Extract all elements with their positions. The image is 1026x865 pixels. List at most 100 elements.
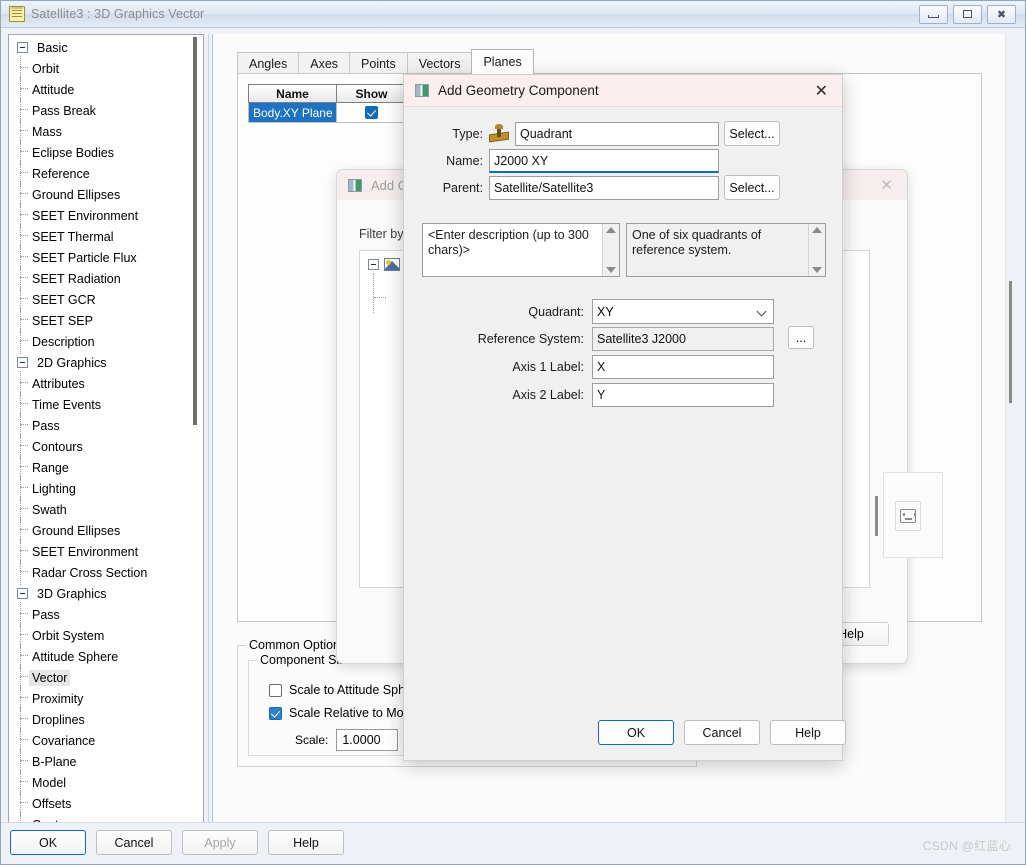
- sidebar-item-vector[interactable]: Vector: [9, 665, 191, 690]
- scroll-down-icon[interactable]: [812, 267, 822, 273]
- collapse-icon[interactable]: [17, 357, 28, 368]
- sidebar-item-swath[interactable]: Swath: [9, 497, 191, 522]
- minimize-button[interactable]: [919, 4, 948, 24]
- scroll-up-icon[interactable]: [606, 227, 616, 233]
- sidebar-item-radar-cross-section[interactable]: Radar Cross Section: [9, 560, 191, 585]
- sidebar-item-pass-break[interactable]: Pass Break: [9, 98, 191, 123]
- reference-system-browse-button[interactable]: ...: [788, 326, 814, 349]
- sidebar-item-time-events[interactable]: Time Events: [9, 392, 191, 417]
- sidebar-item-seet-gcr[interactable]: SEET GCR: [9, 287, 191, 312]
- sidebar-item-seet-sep[interactable]: SEET SEP: [9, 308, 191, 333]
- show-checkbox[interactable]: [365, 106, 378, 119]
- component-tree-scrollbar-thumb[interactable]: [875, 496, 878, 536]
- dialog-help-button[interactable]: Help: [770, 720, 846, 745]
- axis1-input[interactable]: [592, 355, 774, 379]
- type-select-button[interactable]: Select...: [724, 121, 780, 146]
- grid-header-name[interactable]: Name: [248, 84, 336, 103]
- sidebar-item-orbit[interactable]: Orbit: [9, 56, 191, 81]
- type-input[interactable]: [515, 122, 719, 146]
- sidebar-scrollbar[interactable]: [190, 37, 201, 821]
- sidebar-item-proximity[interactable]: Proximity: [9, 686, 191, 711]
- component-tree-scrollbar[interactable]: [873, 256, 879, 584]
- sidebar-item-model[interactable]: Model: [9, 770, 191, 795]
- scale-relative-to-model-row[interactable]: Scale Relative to Model: [269, 706, 420, 720]
- tree-connector: [373, 273, 374, 313]
- sidebar-item-seet-thermal[interactable]: SEET Thermal: [9, 224, 191, 249]
- sidebar-item-label: Ground Ellipses: [32, 187, 121, 202]
- sidebar-group-basic[interactable]: Basic: [9, 37, 191, 58]
- dialog-cancel-button[interactable]: Cancel: [684, 720, 760, 745]
- scale-to-attitude-sphere-checkbox[interactable]: [269, 683, 282, 697]
- sidebar-item-description[interactable]: Description: [9, 329, 191, 354]
- content-scrollbar-thumb[interactable]: [1009, 281, 1012, 403]
- sidebar-group-2d-graphics[interactable]: 2D Graphics: [9, 352, 191, 373]
- type-description-scrollbar[interactable]: [808, 224, 825, 276]
- sidebar-item-lighting[interactable]: Lighting: [9, 476, 191, 501]
- sidebar-scrollbar-thumb[interactable]: [193, 37, 197, 425]
- sidebar-item-orbit-system[interactable]: Orbit System: [9, 623, 191, 648]
- sidebar-item-2d-pass[interactable]: Pass: [9, 413, 191, 438]
- content-scrollbar[interactable]: [1005, 34, 1018, 822]
- scale-to-attitude-sphere-row[interactable]: Scale to Attitude Sphere: [269, 683, 423, 697]
- tab-angles[interactable]: Angles: [237, 52, 300, 74]
- tab-planes[interactable]: Planes: [471, 49, 534, 74]
- type-description-box: One of six quadrants of reference system…: [626, 223, 826, 277]
- sidebar-item-seet-particle-flux[interactable]: SEET Particle Flux: [9, 245, 191, 270]
- scroll-down-icon[interactable]: [606, 267, 616, 273]
- sidebar-item-offsets[interactable]: Offsets: [9, 791, 191, 816]
- sidebar-item-covariance[interactable]: Covariance: [9, 728, 191, 753]
- sidebar-item-mass[interactable]: Mass: [9, 119, 191, 144]
- reference-system-input[interactable]: [592, 327, 774, 351]
- collapse-icon[interactable]: [368, 258, 379, 270]
- description-box[interactable]: <Enter description (up to 300 chars)>: [422, 223, 620, 277]
- close-icon[interactable]: ✕: [815, 82, 828, 99]
- keyboard-button[interactable]: [895, 501, 921, 531]
- window-ok-button[interactable]: OK: [10, 830, 86, 855]
- sidebar-item-reference[interactable]: Reference: [9, 161, 191, 186]
- sidebar-item-2d-ground-ellipses[interactable]: Ground Ellipses: [9, 518, 191, 543]
- scale-input[interactable]: [336, 729, 399, 751]
- name-label: Name:: [446, 154, 483, 168]
- close-icon[interactable]: ✕: [880, 177, 893, 193]
- scale-relative-to-model-checkbox[interactable]: [269, 706, 282, 720]
- sidebar-group-3d-graphics[interactable]: 3D Graphics: [9, 583, 191, 604]
- sidebar-item-ground-ellipses[interactable]: Ground Ellipses: [9, 182, 191, 207]
- collapse-icon[interactable]: [17, 42, 28, 53]
- quadrant-dropdown[interactable]: XY: [592, 299, 774, 324]
- collapse-icon[interactable]: [17, 588, 28, 599]
- panel-splitter[interactable]: [205, 34, 212, 824]
- sidebar-item-range[interactable]: Range: [9, 455, 191, 480]
- tab-axes[interactable]: Axes: [298, 52, 351, 74]
- scene-icon: [384, 257, 400, 271]
- grid-header-show[interactable]: Show: [336, 84, 406, 103]
- sidebar-item-seet-radiation[interactable]: SEET Radiation: [9, 266, 191, 291]
- grid-cell-show[interactable]: [336, 103, 406, 123]
- add-geometry-component-title: Add Geometry Component: [438, 83, 599, 98]
- sidebar-item-droplines[interactable]: Droplines: [9, 707, 191, 732]
- maximize-button[interactable]: [953, 4, 982, 24]
- scroll-up-icon[interactable]: [812, 227, 822, 233]
- name-input[interactable]: [489, 149, 719, 173]
- sidebar-item-2d-seet-environment[interactable]: SEET Environment: [9, 539, 191, 564]
- sidebar-item-attributes[interactable]: Attributes: [9, 371, 191, 396]
- axis2-input[interactable]: [592, 383, 774, 407]
- grid-cell-name[interactable]: Body.XY Plane: [248, 103, 336, 123]
- sidebar-item-attitude[interactable]: Attitude: [9, 77, 191, 102]
- close-button[interactable]: ✖: [987, 4, 1016, 24]
- tree-connector: [15, 560, 29, 585]
- sidebar-item-b-plane[interactable]: B-Plane: [9, 749, 191, 774]
- dialog-ok-button[interactable]: OK: [598, 720, 674, 745]
- window-help-button[interactable]: Help: [268, 830, 344, 855]
- tree-connector: [15, 623, 29, 648]
- window-cancel-button[interactable]: Cancel: [96, 830, 172, 855]
- tab-vectors[interactable]: Vectors: [406, 52, 473, 74]
- tab-points[interactable]: Points: [349, 52, 408, 74]
- sidebar-item-attitude-sphere[interactable]: Attitude Sphere: [9, 644, 191, 669]
- sidebar-item-3d-pass[interactable]: Pass: [9, 602, 191, 627]
- sidebar-item-seet-environment[interactable]: SEET Environment: [9, 203, 191, 228]
- parent-select-button[interactable]: Select...: [724, 175, 780, 200]
- sidebar-item-eclipse-bodies[interactable]: Eclipse Bodies: [9, 140, 191, 165]
- description-scrollbar[interactable]: [602, 224, 619, 276]
- parent-input[interactable]: [489, 176, 719, 200]
- sidebar-item-2d-contours[interactable]: Contours: [9, 434, 191, 459]
